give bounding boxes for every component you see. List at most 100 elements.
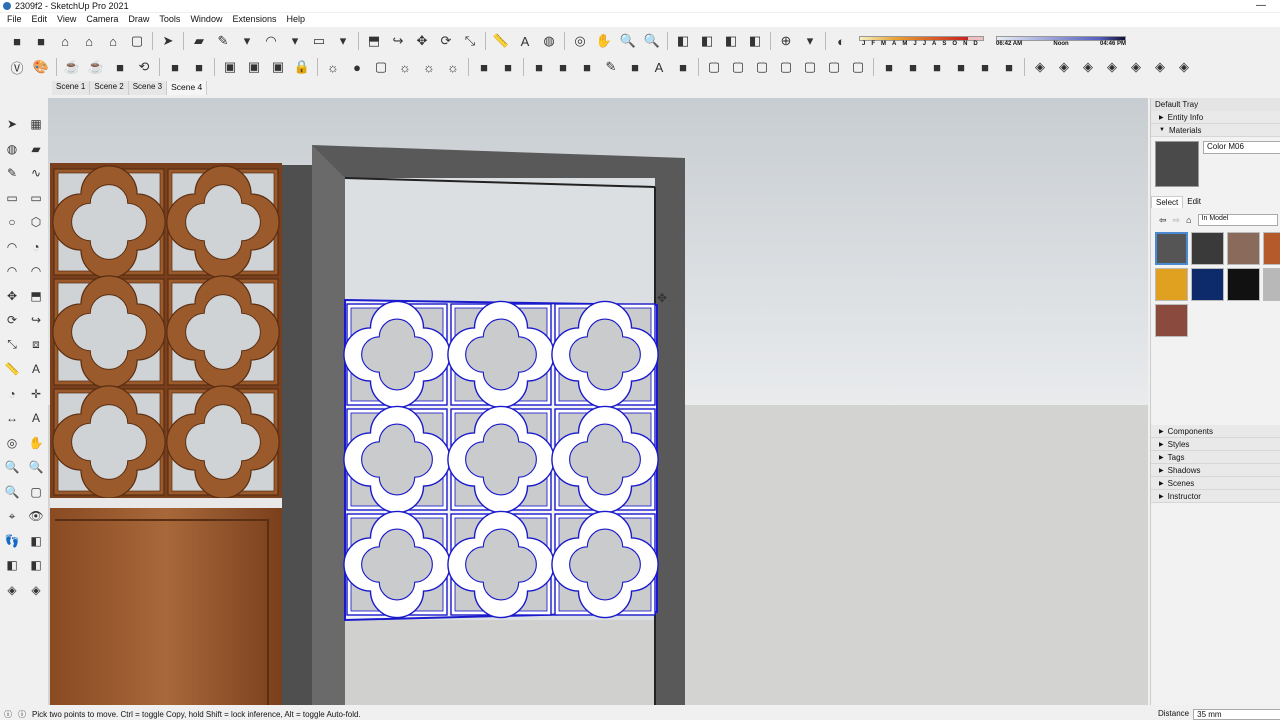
tape-measure-icon[interactable]: 📏 bbox=[491, 31, 511, 51]
add-detail-icon[interactable]: ■ bbox=[951, 57, 971, 77]
offset-icon[interactable]: ⧈ bbox=[26, 335, 46, 355]
arc-icon[interactable]: ◠ bbox=[261, 31, 281, 51]
collection-select[interactable]: In Model bbox=[1197, 214, 1278, 226]
front-view-icon[interactable]: ▢ bbox=[752, 57, 772, 77]
textured-icon[interactable]: A bbox=[649, 57, 669, 77]
back-view-icon[interactable]: ▢ bbox=[800, 57, 820, 77]
orbit-icon[interactable]: ◎ bbox=[570, 31, 590, 51]
warehouse-icon[interactable]: ■ bbox=[7, 31, 27, 51]
arc3-icon[interactable]: ◠ bbox=[2, 261, 22, 281]
mesh-light-icon[interactable]: ☼ bbox=[395, 57, 415, 77]
material-swatch[interactable] bbox=[1191, 232, 1224, 265]
section-scenes[interactable]: ▶ Scenes bbox=[1151, 477, 1280, 490]
protractor-icon[interactable]: ◔ bbox=[2, 384, 22, 404]
scale-icon[interactable]: ⤡ bbox=[460, 31, 480, 51]
dome-light-icon[interactable]: ☼ bbox=[443, 57, 463, 77]
3d-viewport[interactable]: ✥ bbox=[48, 98, 1148, 705]
arc-icon[interactable]: ◠ bbox=[2, 237, 22, 257]
current-material-swatch[interactable] bbox=[1155, 141, 1199, 187]
position-camera-icon[interactable]: ⌖ bbox=[2, 506, 22, 526]
minimize-button[interactable]: — bbox=[1256, 0, 1266, 11]
wall-column[interactable] bbox=[282, 165, 312, 705]
display-section-icon[interactable]: ◧ bbox=[721, 31, 741, 51]
scale-icon[interactable]: ⤡ bbox=[2, 335, 22, 355]
component-icon[interactable]: ▦ bbox=[26, 114, 46, 134]
window-render-icon[interactable]: ▣ bbox=[244, 57, 264, 77]
eraser-icon[interactable]: ▰ bbox=[26, 139, 46, 159]
proxy-icon[interactable]: ■ bbox=[474, 57, 494, 77]
material-swatch[interactable] bbox=[1155, 304, 1188, 337]
monochrome-icon[interactable]: ■ bbox=[673, 57, 693, 77]
section-shadows[interactable]: ▶ Shadows bbox=[1151, 464, 1280, 477]
lock-icon[interactable]: 🔒 bbox=[292, 57, 312, 77]
scene-tab-1[interactable]: Scene 1 bbox=[52, 81, 91, 95]
follow-me-icon[interactable]: ↪ bbox=[26, 310, 46, 330]
sandbox-g-icon[interactable]: ◈ bbox=[1174, 57, 1194, 77]
xray-icon[interactable]: ■ bbox=[529, 57, 549, 77]
menu-tools[interactable]: Tools bbox=[154, 13, 185, 27]
sandbox-a-icon[interactable]: ◈ bbox=[1030, 57, 1050, 77]
entity-info-section[interactable]: ▶ Entity Info bbox=[1151, 111, 1280, 124]
window-icon[interactable]: ▣ bbox=[220, 57, 240, 77]
shadow-settings-sliders[interactable]: J F M A M J J A S O N D 06:42 AM Noon 04:46 PM bbox=[859, 35, 1126, 47]
window-region-icon[interactable]: ▣ bbox=[268, 57, 288, 77]
push-pull-icon[interactable]: ⬒ bbox=[26, 286, 46, 306]
menu-draw[interactable]: Draw bbox=[123, 13, 154, 27]
scene-tab-4[interactable]: Scene 4 bbox=[167, 81, 208, 95]
tab-select[interactable]: Select bbox=[1151, 196, 1184, 208]
axes-icon[interactable]: ✛ bbox=[26, 384, 46, 404]
sandbox-icon[interactable]: ◈ bbox=[2, 580, 22, 600]
section-cut-icon[interactable]: ◧ bbox=[745, 31, 765, 51]
line-icon[interactable]: ✎ bbox=[2, 163, 22, 183]
menu-window[interactable]: Window bbox=[185, 13, 227, 27]
scene-tab-2[interactable]: Scene 2 bbox=[90, 81, 129, 95]
material-editor-icon[interactable]: ■ bbox=[189, 57, 209, 77]
v-ray-icon[interactable]: Ⓥ bbox=[7, 57, 27, 77]
material-swatch[interactable] bbox=[1155, 268, 1188, 301]
section-tags[interactable]: ▶ Tags bbox=[1151, 451, 1280, 464]
sandbox-e-icon[interactable]: ◈ bbox=[1126, 57, 1146, 77]
paint-icon[interactable]: ◍ bbox=[2, 139, 22, 159]
credits-icon[interactable]: ⓘ bbox=[18, 709, 26, 720]
sandbox-b-icon[interactable]: ◈ bbox=[1054, 57, 1074, 77]
back-arrow-icon[interactable]: ⇦ bbox=[1159, 215, 1167, 226]
section-styles[interactable]: ▶ Styles bbox=[1151, 438, 1280, 451]
stamp-icon[interactable]: ■ bbox=[903, 57, 923, 77]
geo-location-icon[interactable]: ⊕ bbox=[776, 31, 796, 51]
extension-icon[interactable]: ■ bbox=[31, 31, 51, 51]
chevron-down-icon[interactable]: ▾ bbox=[800, 31, 820, 51]
scene-tab-3[interactable]: Scene 3 bbox=[128, 81, 168, 95]
paint-bucket-icon[interactable]: ◍ bbox=[539, 31, 559, 51]
box-light-icon[interactable]: ▢ bbox=[371, 57, 391, 77]
zoom-extents-icon[interactable]: 🔍 bbox=[642, 31, 662, 51]
material-name-input[interactable]: Color M06 bbox=[1203, 141, 1280, 154]
wood-lattice-panel[interactable] bbox=[50, 163, 282, 500]
sandbox-c-icon[interactable]: ◈ bbox=[1078, 57, 1098, 77]
material-swatch[interactable] bbox=[1227, 232, 1260, 265]
pan-icon[interactable]: ✋ bbox=[594, 31, 614, 51]
menu-view[interactable]: View bbox=[52, 13, 81, 27]
teapot-interactive-icon[interactable]: ☕ bbox=[86, 57, 106, 77]
flip-edge-icon[interactable]: ■ bbox=[975, 57, 995, 77]
menu-camera[interactable]: Camera bbox=[81, 13, 123, 27]
refresh-icon[interactable]: ⟲ bbox=[134, 57, 154, 77]
text-icon[interactable]: A bbox=[515, 31, 535, 51]
3d-text-icon[interactable]: A bbox=[26, 408, 46, 428]
section-plane-icon[interactable]: ◧ bbox=[26, 531, 46, 551]
section-plane-icon[interactable]: ◧ bbox=[673, 31, 693, 51]
push-pull-icon[interactable]: ⬒ bbox=[364, 31, 384, 51]
pie-icon[interactable]: ◔ bbox=[26, 237, 46, 257]
material-swatch[interactable] bbox=[1155, 232, 1188, 265]
zoom-extents-icon[interactable]: 🔍 bbox=[2, 482, 22, 502]
zoom-window-icon[interactable]: 🔍 bbox=[26, 457, 46, 477]
pencil-icon[interactable]: ✎ bbox=[213, 31, 233, 51]
home-icon[interactable]: ⌂ bbox=[1186, 215, 1191, 225]
section-instructor[interactable]: ▶ Instructor bbox=[1151, 490, 1280, 503]
select-icon[interactable]: ➤ bbox=[2, 114, 22, 134]
shaded-icon[interactable]: ■ bbox=[625, 57, 645, 77]
menu-help[interactable]: Help bbox=[281, 13, 310, 27]
wireframe-icon[interactable]: ■ bbox=[577, 57, 597, 77]
rotated-rect-icon[interactable]: ▭ bbox=[26, 188, 46, 208]
sandbox-f-icon[interactable]: ◈ bbox=[1150, 57, 1170, 77]
polygon-icon[interactable]: ⬡ bbox=[26, 212, 46, 232]
